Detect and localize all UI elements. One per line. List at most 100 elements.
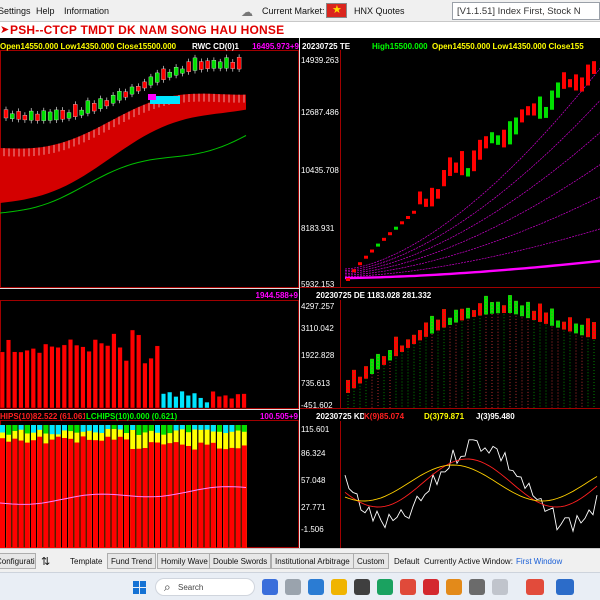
hips-cap [55,425,61,435]
candle-body [224,57,229,69]
candle-body [538,96,542,119]
terminal-icon[interactable] [285,579,301,595]
candle-body [10,113,15,119]
price-chart-left[interactable] [0,54,247,214]
volume-histogram-left[interactable] [0,329,247,409]
windows-start-icon[interactable] [133,581,146,594]
institutional-arbitrage-button[interactable]: Institutional Arbitrage [271,553,354,569]
p1-value-label: 16495.973+9 [252,42,299,51]
store-icon[interactable] [354,579,370,595]
p6-label: 20230725 KDJ [316,412,364,421]
edge-browser-icon[interactable] [308,579,324,595]
candle-body [142,81,147,89]
app-red-icon[interactable] [400,579,416,595]
candle-body [526,106,530,116]
candle-body [394,226,398,230]
fund-trend-button[interactable]: Fund Trend [107,553,156,569]
histogram-bar [117,347,123,409]
hips-red-bar [136,448,142,548]
hips-red-bar [148,442,154,548]
hips-red-bar [198,442,204,548]
tray-app-icon[interactable] [556,579,574,595]
hips-red-bar [229,447,235,548]
pinned-app-icon[interactable] [492,579,508,595]
histogram-bar [241,393,247,409]
hips-cap [148,425,154,431]
candle-body [98,98,103,109]
trading-app-icon[interactable] [423,579,439,595]
hips-cap [12,425,18,432]
hips-indicator-chart[interactable] [0,425,247,548]
hips-cap [124,425,129,434]
candle-body [54,109,59,121]
candle-body [364,255,368,259]
homily-wave-button[interactable]: Homily Wave [157,553,212,569]
market-value[interactable]: HNX Quotes [354,6,405,16]
up-down-arrows-icon[interactable]: ⇅ [41,555,50,568]
configurations-button[interactable]: Configurations [0,553,36,569]
p6-d-label: D(3)79.871 [424,412,465,421]
axis-tick-label: 5932.153 [301,280,335,289]
axis-tick-label: 735.613 [301,379,330,388]
hips-red-bar [223,449,229,548]
histogram-bar [222,394,228,409]
custom-button[interactable]: Custom [353,553,389,569]
hips-red-bar [43,443,49,548]
candle-body [532,103,536,116]
hips-cap [111,425,117,430]
candle-body [173,67,179,76]
chrome-icon[interactable] [377,579,393,595]
menu-settings[interactable]: Settings [0,6,31,16]
active-window-label: Currently Active Window: [424,557,513,566]
hips-red-bar [37,436,43,548]
ma-fan-line [344,100,600,271]
histogram-bar [67,339,73,409]
histogram-bar [185,395,191,409]
p6-j-label: J(3)95.480 [476,412,515,421]
de-bar [406,339,410,348]
double-swords-button[interactable]: Double Swords [209,553,272,569]
pinned-app-icon[interactable] [469,579,485,595]
file-explorer-icon[interactable] [331,579,347,595]
vietnam-flag-icon[interactable] [326,3,347,18]
candle-body [22,115,28,121]
candle-body [29,110,34,121]
p4-label: 20230725 DE 1183.028 281.332 [316,291,432,300]
de-indicator-chart[interactable] [346,295,596,408]
hips-cap [62,425,67,431]
kdj-indicator-chart[interactable] [344,439,598,533]
hips-cap [161,425,167,435]
notification-app-icon[interactable] [526,579,544,595]
price-chart-right[interactable] [344,61,600,281]
candle-body [382,237,386,241]
histogram-bar [5,339,11,409]
hips-cap [68,425,74,432]
template-label: Template [70,557,103,566]
histogram-bar [55,347,61,409]
hips-red-bar [31,440,36,548]
ma-fan-line [344,228,600,277]
hips-cap [192,425,198,430]
histogram-bar [210,391,216,409]
hips-cap [24,425,30,434]
histogram-bar [105,345,111,409]
active-window-value[interactable]: First Window [516,557,562,566]
candle-body [460,151,464,176]
candle-body [412,210,416,214]
hips-red-bar [117,436,123,548]
menu-information[interactable]: Information [64,6,109,16]
hips-cap [186,425,191,433]
p2-date-label: 20230725 TE [302,42,351,51]
candle-body [574,74,578,91]
hips-cap [74,425,80,433]
firefox-icon[interactable] [446,579,462,595]
cloud-icon[interactable]: ☁ [241,6,255,18]
menu-help[interactable]: Help [36,6,55,16]
desktop-app-icon[interactable] [262,579,278,595]
taskbar-search-input[interactable]: Search [155,578,255,596]
hips-red-bar [86,439,92,548]
red-ribbon-band [0,93,246,203]
histogram-bar [179,390,185,409]
candle-body [35,113,40,121]
candle-body [123,91,128,98]
